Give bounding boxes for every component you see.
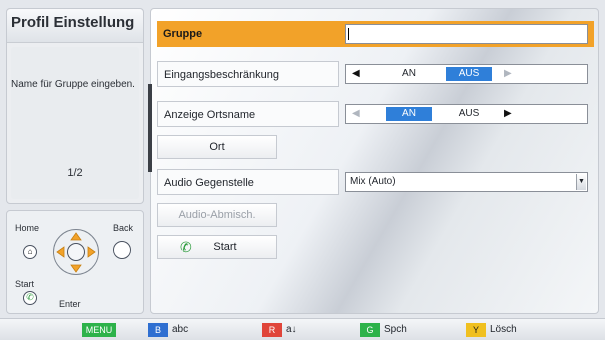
blue-key[interactable]: B: [148, 323, 168, 337]
audio-remote-label: Audio Gegenstelle: [157, 169, 339, 195]
dropdown-arrow-icon[interactable]: ▼: [576, 174, 586, 190]
audio-remote-row[interactable]: Audio Gegenstelle Mix (Auto) ▼: [157, 169, 594, 195]
red-key[interactable]: R: [262, 323, 282, 337]
location-display-label: Anzeige Ortsname: [157, 101, 339, 127]
red-key-label: a↓: [286, 324, 297, 335]
group-row[interactable]: Gruppe: [157, 21, 594, 47]
yellow-key-label: Lösch: [490, 324, 517, 335]
remote-guide: Home Back ⌂ Start ✆ Enter: [6, 210, 144, 314]
right-arrow-icon[interactable]: ▶: [504, 108, 512, 120]
green-key-label: Spch: [384, 324, 407, 335]
option-on[interactable]: AN: [386, 67, 432, 81]
blue-key-label: abc: [172, 324, 189, 335]
option-off[interactable]: AUS: [446, 67, 492, 81]
input-restriction-label: Eingangsbeschränkung: [157, 61, 339, 87]
start-button-label: Start: [213, 241, 237, 253]
menu-key[interactable]: MENU: [82, 323, 116, 337]
audio-remote-select[interactable]: Mix (Auto) ▼: [345, 172, 588, 192]
help-text: Name für Gruppe eingeben.: [11, 79, 135, 90]
green-key[interactable]: G: [360, 323, 380, 337]
info-panel: Profil Einstellung Name für Gruppe einge…: [6, 8, 144, 204]
option-off[interactable]: AUS: [446, 107, 492, 121]
key-guide: MENU B abc R a↓ G Spch Y Lösch: [0, 318, 605, 340]
page-title: Profil Einstellung: [7, 9, 143, 43]
input-restriction-row[interactable]: Eingangsbeschränkung ◀ AN AUS ▶: [157, 61, 594, 87]
group-label: Gruppe: [163, 28, 203, 40]
phone-icon: ✆: [180, 239, 192, 255]
page-indicator: 1/2: [67, 167, 83, 179]
location-display-toggle[interactable]: ◀ AN AUS ▶: [345, 104, 588, 124]
input-restriction-toggle[interactable]: ◀ AN AUS ▶: [345, 64, 588, 84]
audio-remote-value: Mix (Auto): [350, 176, 396, 187]
enter-label: Enter: [59, 299, 81, 309]
location-button[interactable]: Ort: [157, 135, 277, 159]
start-label: Start: [15, 279, 35, 289]
right-arrow-icon[interactable]: ▶: [504, 68, 512, 80]
start-button[interactable]: ✆ Start: [157, 235, 277, 259]
left-arrow-icon[interactable]: ◀: [352, 68, 360, 80]
location-display-row[interactable]: Anzeige Ortsname ◀ AN AUS ▶: [157, 101, 594, 127]
left-arrow-icon[interactable]: ◀: [352, 108, 360, 120]
start-phone-icon[interactable]: ✆: [23, 291, 37, 305]
audio-mix-button: Audio-Abmisch.: [157, 203, 277, 227]
yellow-key[interactable]: Y: [466, 323, 486, 337]
group-input[interactable]: [345, 24, 588, 44]
text-cursor: [348, 28, 349, 40]
settings-form: Gruppe Eingangsbeschränkung ◀ AN AUS ▶ A…: [150, 8, 599, 314]
option-on[interactable]: AN: [386, 107, 432, 121]
scroll-indicator: [148, 84, 152, 172]
